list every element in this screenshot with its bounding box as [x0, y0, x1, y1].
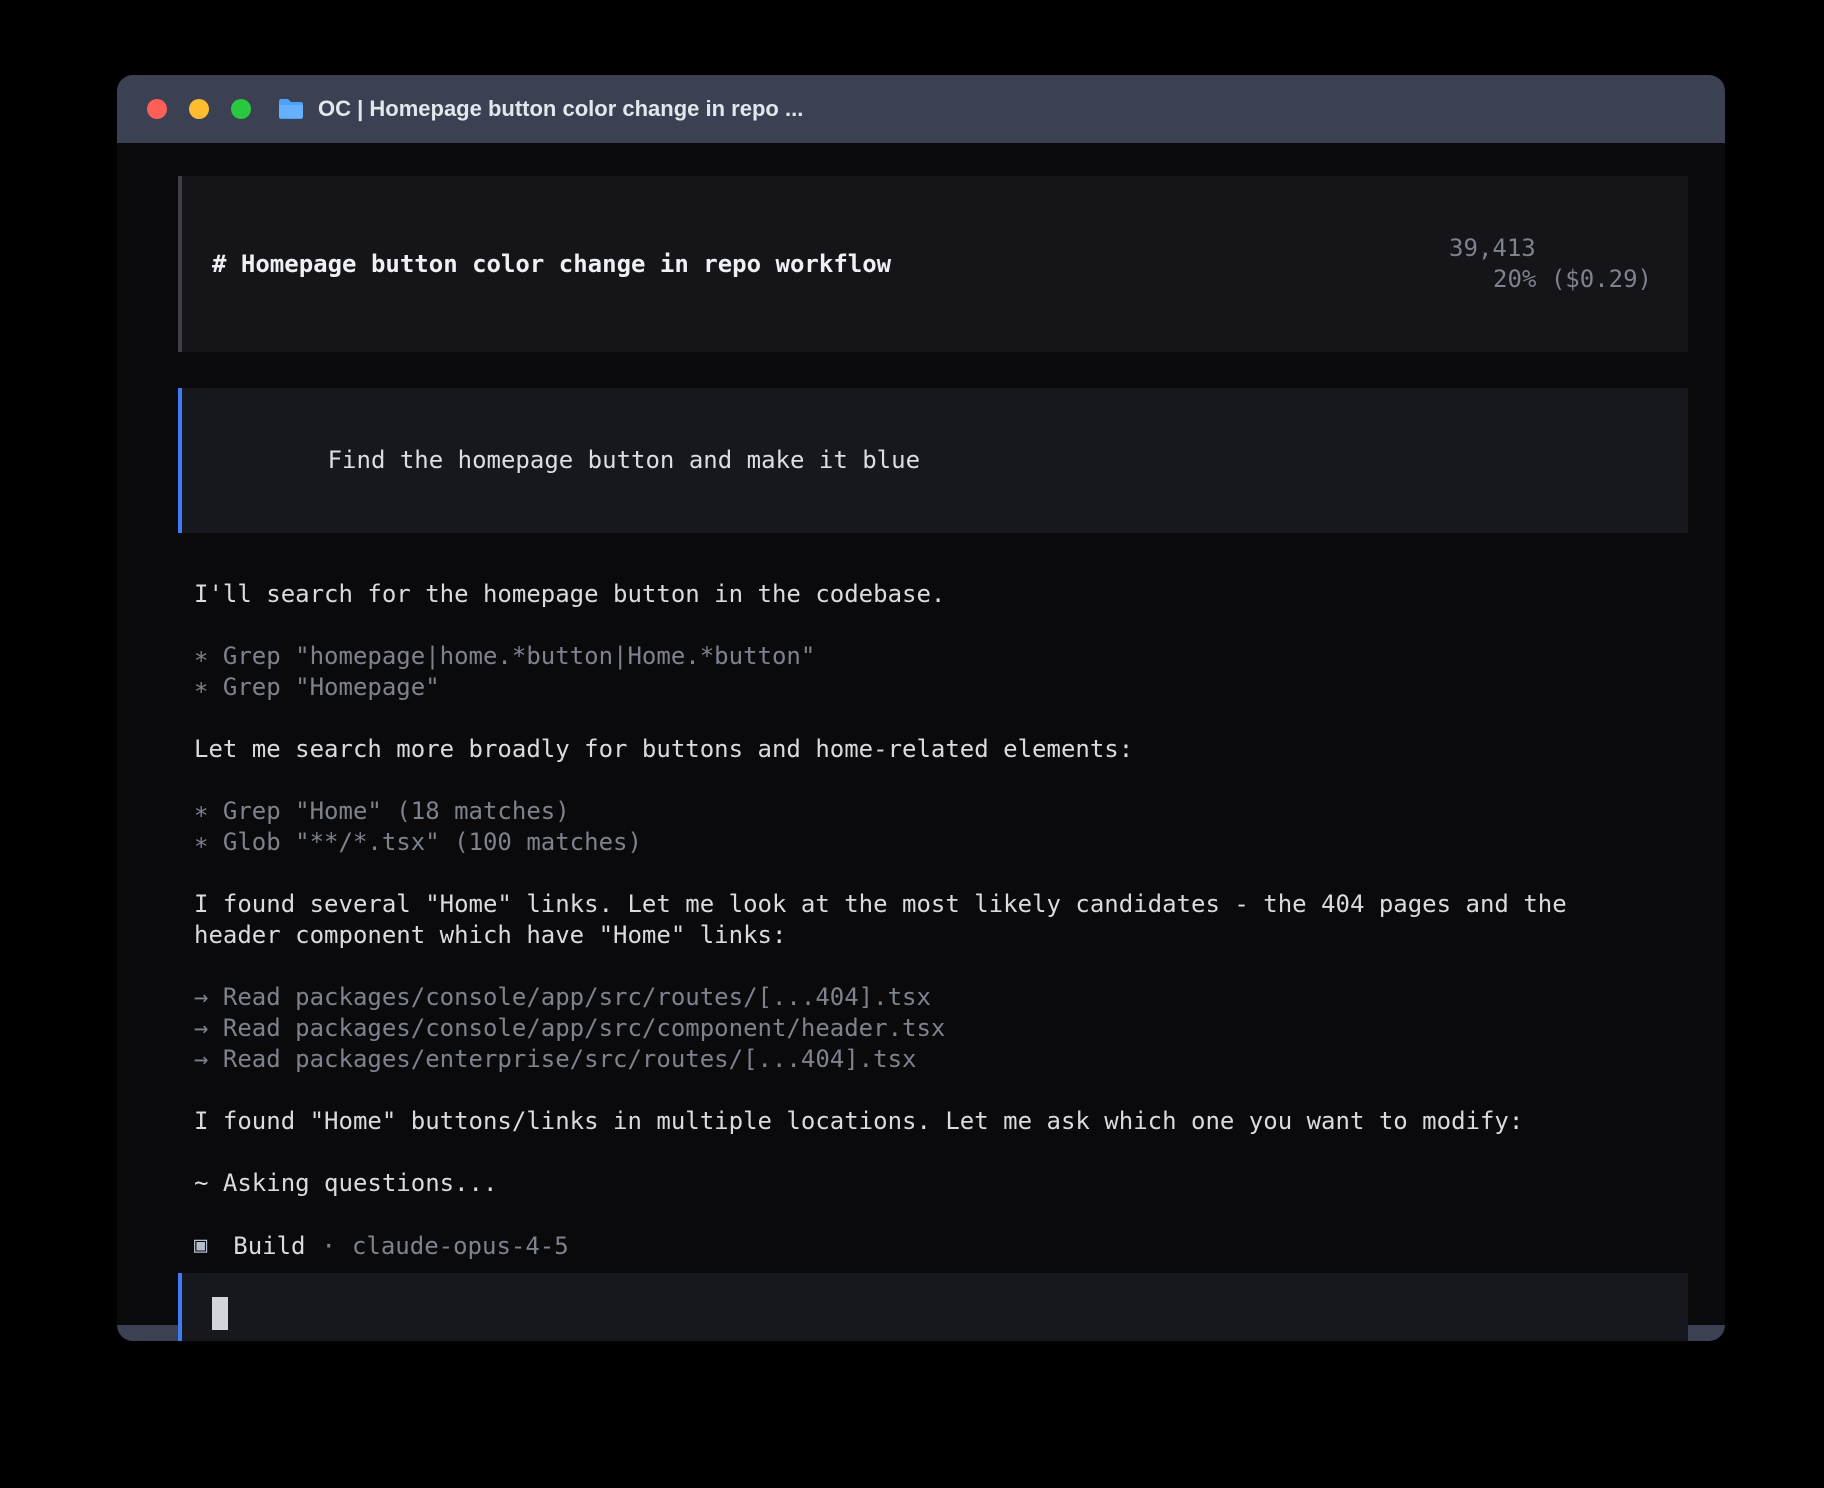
tool-call-line: → Read packages/enterprise/src/routes/[.…: [194, 1044, 1688, 1075]
blank-line: [194, 1199, 1688, 1230]
tool-call-line: ∗ Grep "homepage|home.*button|Home.*butt…: [194, 641, 1688, 672]
session-title: # Homepage button color change in repo w…: [212, 249, 891, 280]
assistant-text-line: Let me search more broadly for buttons a…: [194, 734, 1688, 765]
assistant-text-line: I found several "Home" links. Let me loo…: [194, 889, 1688, 920]
assistant-text-line: I found "Home" buttons/links in multiple…: [194, 1106, 1688, 1137]
user-message-text: Find the homepage button and make it blu…: [328, 446, 920, 474]
close-button[interactable]: [147, 99, 167, 119]
titlebar[interactable]: OC | Homepage button color change in rep…: [117, 75, 1725, 143]
tool-call-line: ∗ Glob "**/*.tsx" (100 matches): [194, 827, 1688, 858]
terminal-content: # Homepage button color change in repo w…: [117, 143, 1725, 1325]
assistant-text-line: I'll search for the homepage button in t…: [194, 579, 1688, 610]
session-meta: 39,413 20% ($0.29): [1305, 202, 1652, 326]
tool-call-line: → Read packages/console/app/src/componen…: [194, 1013, 1688, 1044]
conversation-lines: I'll search for the homepage button in t…: [178, 579, 1688, 1261]
tool-call-line: → Read packages/console/app/src/routes/[…: [194, 982, 1688, 1013]
tool-call-line: ∗ Grep "Home" (18 matches): [194, 796, 1688, 827]
blank-line: [194, 765, 1688, 796]
agent-separator: ·: [322, 1232, 336, 1260]
session-content: # Homepage button color change in repo w…: [117, 143, 1725, 1341]
folder-icon: [277, 97, 305, 121]
blank-line: [194, 610, 1688, 641]
blank-line: [194, 951, 1688, 982]
window-title: OC | Homepage button color change in rep…: [318, 96, 803, 122]
user-message: Find the homepage button and make it blu…: [178, 388, 1688, 533]
session-header: # Homepage button color change in repo w…: [178, 176, 1688, 352]
token-count: 39,413: [1449, 234, 1536, 262]
prompt-input[interactable]: Build Claude Opus 4.5 OpenCode Zen: [178, 1273, 1688, 1341]
minimize-button[interactable]: [189, 99, 209, 119]
blank-line: [194, 1137, 1688, 1168]
context-usage: 20% ($0.29): [1493, 265, 1652, 293]
agent-status-row: ▣ Build · claude-opus-4-5: [194, 1230, 1688, 1261]
agent-name: Build: [233, 1232, 305, 1260]
blank-line: [194, 1075, 1688, 1106]
agent-model: claude-opus-4-5: [352, 1232, 569, 1260]
tool-call-line: ∗ Grep "Homepage": [194, 672, 1688, 703]
text-cursor: [212, 1297, 228, 1330]
blank-line: [194, 703, 1688, 734]
traffic-lights: [147, 99, 251, 119]
blank-line: [194, 858, 1688, 889]
assistant-text-line: header component which have "Home" links…: [194, 920, 1688, 951]
terminal-window: OC | Homepage button color change in rep…: [117, 75, 1725, 1341]
agent-icon: ▣: [194, 1233, 207, 1258]
status-text-line: ~ Asking questions...: [194, 1168, 1688, 1199]
window-title-group: OC | Homepage button color change in rep…: [277, 96, 803, 122]
zoom-button[interactable]: [231, 99, 251, 119]
